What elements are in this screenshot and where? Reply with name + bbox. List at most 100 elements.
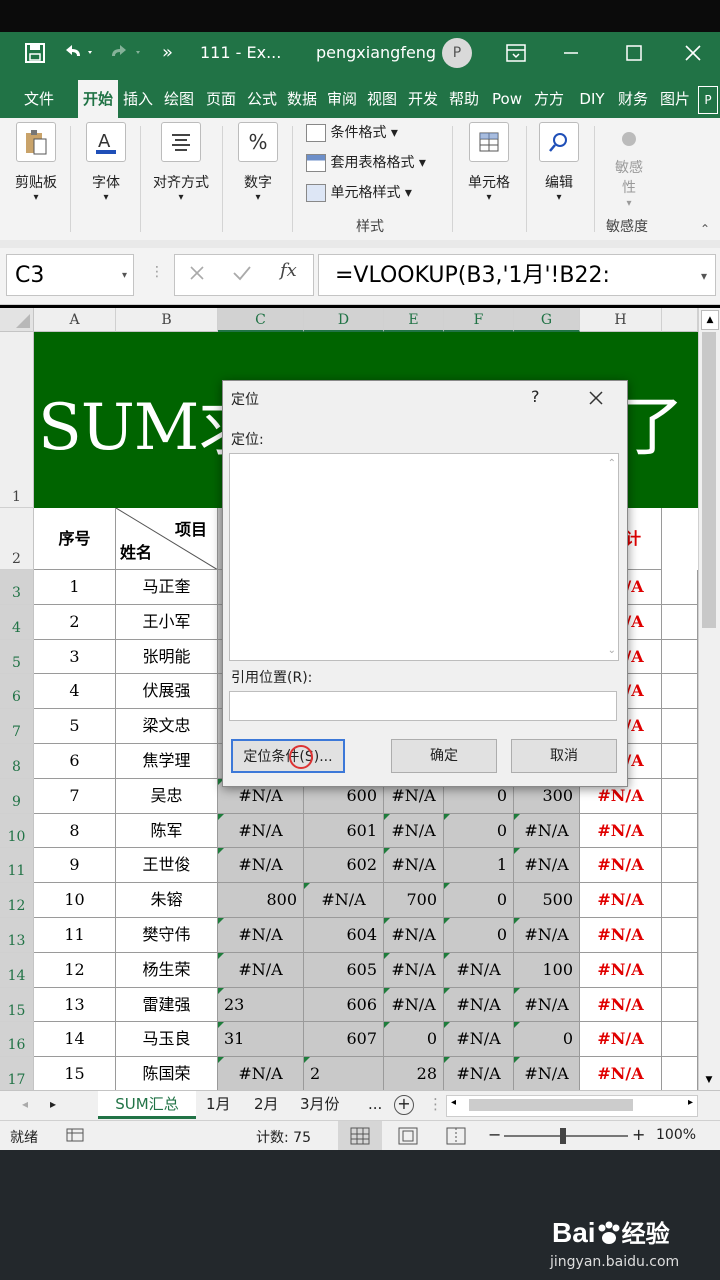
- table-cell[interactable]: 伏展强: [116, 674, 218, 710]
- tab-view[interactable]: 视图: [364, 80, 400, 118]
- row-header[interactable]: 7: [0, 709, 34, 744]
- undo-icon[interactable]: [62, 32, 96, 74]
- table-cell[interactable]: [662, 744, 698, 779]
- check-icon[interactable]: [232, 264, 252, 286]
- name-box-dropdown-icon[interactable]: ▾: [122, 255, 127, 297]
- table-cell[interactable]: 800: [218, 883, 304, 918]
- table-cell[interactable]: 8: [34, 813, 116, 849]
- table-cell[interactable]: #N/A: [580, 848, 662, 884]
- table-cell[interactable]: 13: [34, 987, 116, 1023]
- ok-button[interactable]: 确定: [391, 739, 497, 773]
- table-cell[interactable]: #N/A: [580, 1057, 662, 1090]
- table-cell[interactable]: #N/A: [304, 883, 384, 918]
- table-cell[interactable]: 602: [304, 848, 384, 884]
- number-button[interactable]: % 数字 ▾: [230, 122, 286, 203]
- table-cell[interactable]: 14: [34, 1022, 116, 1058]
- table-cell[interactable]: 15: [34, 1057, 116, 1090]
- reference-input[interactable]: [229, 691, 617, 721]
- table-cell[interactable]: #N/A: [580, 883, 662, 918]
- column-header-e[interactable]: E: [384, 308, 444, 332]
- scroll-left-icon[interactable]: ◂: [451, 1097, 456, 1108]
- table-cell[interactable]: #N/A: [580, 987, 662, 1023]
- table-cell[interactable]: [662, 813, 698, 849]
- table-cell[interactable]: #N/A: [580, 1022, 662, 1058]
- table-cell[interactable]: 樊守伟: [116, 918, 218, 953]
- page-layout-view-icon[interactable]: [398, 1127, 418, 1149]
- goto-list[interactable]: ⌃ ⌄: [229, 453, 619, 661]
- sheet-tab-mar[interactable]: 3月份: [300, 1091, 340, 1119]
- table-cell[interactable]: [662, 918, 698, 953]
- tab-picture[interactable]: 图片: [656, 80, 694, 118]
- table-cell[interactable]: #N/A: [218, 1057, 304, 1090]
- table-cell[interactable]: [662, 848, 698, 884]
- table-cell[interactable]: #N/A: [384, 918, 444, 953]
- alignment-button[interactable]: 对齐方式 ▾: [146, 122, 216, 203]
- table-cell[interactable]: #N/A: [514, 813, 580, 849]
- table-cell[interactable]: 700: [384, 883, 444, 918]
- next-sheet-icon[interactable]: ▸: [50, 1091, 56, 1119]
- maximize-icon[interactable]: [626, 32, 642, 74]
- sheet-tab-jan[interactable]: 1月: [206, 1091, 231, 1119]
- quick-access-more[interactable]: »: [162, 32, 173, 74]
- zoom-out-icon[interactable]: −: [488, 1125, 501, 1144]
- table-cell[interactable]: #N/A: [384, 813, 444, 849]
- row-header[interactable]: 11: [0, 848, 34, 884]
- table-cell[interactable]: #N/A: [444, 987, 514, 1023]
- table-cell[interactable]: 10: [34, 883, 116, 918]
- row-header[interactable]: 3: [0, 570, 34, 605]
- font-button[interactable]: A 字体 ▾: [78, 122, 134, 203]
- table-cell[interactable]: 马玉良: [116, 1022, 218, 1058]
- table-cell[interactable]: [662, 778, 698, 814]
- row-header[interactable]: 6: [0, 674, 34, 710]
- row-header[interactable]: 10: [0, 813, 34, 849]
- table-cell[interactable]: [662, 709, 698, 744]
- table-cell[interactable]: 605: [304, 952, 384, 988]
- table-cell[interactable]: #N/A: [218, 848, 304, 884]
- header-seq[interactable]: 序号: [34, 508, 116, 570]
- tab-diy[interactable]: DIY: [572, 80, 612, 118]
- table-cell[interactable]: 0: [444, 883, 514, 918]
- table-cell[interactable]: [662, 674, 698, 710]
- zoom-slider[interactable]: [504, 1128, 628, 1144]
- close-icon[interactable]: [684, 32, 702, 74]
- table-cell[interactable]: 吴忠: [116, 778, 218, 814]
- collapse-ribbon-icon[interactable]: ⌃: [700, 222, 710, 236]
- cell-style-button[interactable]: 单元格样式 ▾: [306, 182, 412, 202]
- scroll-up-icon[interactable]: ▲: [701, 310, 719, 330]
- table-cell[interactable]: [662, 987, 698, 1023]
- table-cell[interactable]: 陈军: [116, 813, 218, 849]
- table-cell[interactable]: 11: [34, 918, 116, 953]
- header-diagonal[interactable]: 项目 姓名: [116, 508, 218, 570]
- table-cell[interactable]: #N/A: [218, 918, 304, 953]
- column-header-b[interactable]: B: [116, 308, 218, 332]
- table-cell[interactable]: 1: [444, 848, 514, 884]
- table-cell[interactable]: 3: [34, 639, 116, 675]
- table-cell[interactable]: #N/A: [514, 1057, 580, 1090]
- redo-icon[interactable]: [110, 32, 146, 74]
- prev-sheet-icon[interactable]: ◂: [22, 1091, 28, 1119]
- table-cell[interactable]: #N/A: [514, 918, 580, 953]
- column-header-d[interactable]: D: [304, 308, 384, 332]
- tab-power[interactable]: Pow: [486, 80, 528, 118]
- table-cell[interactable]: 1: [34, 570, 116, 605]
- normal-view-icon[interactable]: [338, 1121, 382, 1151]
- table-cell[interactable]: 6: [34, 744, 116, 779]
- table-cell[interactable]: #N/A: [444, 952, 514, 988]
- row-header[interactable]: 15: [0, 987, 34, 1023]
- table-cell[interactable]: #N/A: [218, 952, 304, 988]
- table-cell[interactable]: 604: [304, 918, 384, 953]
- insert-function-icon[interactable]: fx: [280, 260, 297, 281]
- table-cell[interactable]: 朱镕: [116, 883, 218, 918]
- row-header[interactable]: 14: [0, 952, 34, 988]
- special-button[interactable]: 定位条件(S)...: [231, 739, 345, 773]
- tab-formulas[interactable]: 公式: [244, 80, 280, 118]
- table-cell[interactable]: #N/A: [384, 952, 444, 988]
- table-cell[interactable]: 100: [514, 952, 580, 988]
- table-cell[interactable]: 陈国荣: [116, 1057, 218, 1090]
- table-cell[interactable]: [662, 952, 698, 988]
- column-header-i[interactable]: [662, 308, 698, 332]
- tab-home[interactable]: 开始: [78, 80, 118, 118]
- row-header[interactable]: 13: [0, 918, 34, 953]
- table-cell[interactable]: #N/A: [580, 813, 662, 849]
- table-cell[interactable]: #N/A: [384, 848, 444, 884]
